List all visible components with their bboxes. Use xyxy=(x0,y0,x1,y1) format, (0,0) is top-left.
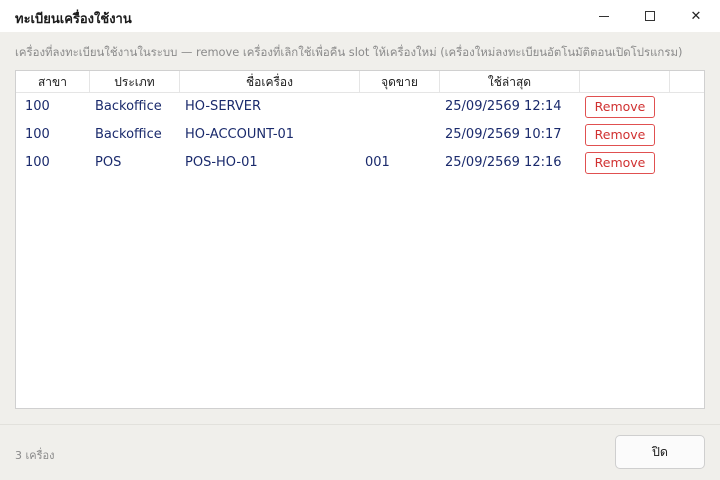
footer-divider xyxy=(0,424,720,425)
device-table: สาขา ประเภท ชื่อเครื่อง จุดขาย ใช้ล่าสุด… xyxy=(15,70,705,409)
cell-device-name: POS-HO-01 xyxy=(185,155,258,170)
maximize-button[interactable] xyxy=(627,0,673,32)
device-registry-window: ทะเบียนเครื่องใช้งาน ✕ เครื่องที่ลงทะเบี… xyxy=(0,0,720,480)
window-close-button[interactable]: ✕ xyxy=(673,0,719,32)
cell-branch: 100 xyxy=(25,99,50,114)
table-row[interactable]: 100 Backoffice HO-SERVER 25/09/2569 12:1… xyxy=(16,93,704,121)
cell-pos: 001 xyxy=(365,155,390,170)
device-count: 3 เครื่อง xyxy=(15,449,55,462)
cell-last-used: 25/09/2569 10:17 xyxy=(445,127,562,142)
column-header-type[interactable]: ประเภท xyxy=(90,71,180,93)
column-header-branch[interactable]: สาขา xyxy=(16,71,90,93)
cell-device-name: HO-ACCOUNT-01 xyxy=(185,127,295,142)
close-icon: ✕ xyxy=(690,8,702,24)
cell-last-used: 25/09/2569 12:14 xyxy=(445,99,562,114)
cell-device-name: HO-SERVER xyxy=(185,99,261,114)
cell-type: POS xyxy=(95,155,122,170)
cell-type: Backoffice xyxy=(95,127,162,142)
cell-branch: 100 xyxy=(25,155,50,170)
column-header-pos[interactable]: จุดขาย xyxy=(360,71,440,93)
minimize-icon xyxy=(599,15,609,17)
column-header-last-used[interactable]: ใช้ล่าสุด xyxy=(440,71,580,93)
remove-button[interactable]: Remove xyxy=(585,152,655,174)
close-button[interactable]: ปิด xyxy=(615,435,705,469)
table-header: สาขา ประเภท ชื่อเครื่อง จุดขาย ใช้ล่าสุด xyxy=(16,71,704,93)
column-header-device-name[interactable]: ชื่อเครื่อง xyxy=(180,71,360,93)
window-title: ทะเบียนเครื่องใช้งาน xyxy=(15,12,132,27)
cell-branch: 100 xyxy=(25,127,50,142)
column-header-action xyxy=(580,71,670,93)
cell-type: Backoffice xyxy=(95,99,162,114)
remove-button[interactable]: Remove xyxy=(585,96,655,118)
maximize-icon xyxy=(645,11,655,21)
instruction-text: เครื่องที่ลงทะเบียนใช้งานในระบบ — remove… xyxy=(15,45,683,59)
minimize-button[interactable] xyxy=(581,0,627,32)
remove-button[interactable]: Remove xyxy=(585,124,655,146)
table-row[interactable]: 100 Backoffice HO-ACCOUNT-01 25/09/2569 … xyxy=(16,121,704,149)
cell-last-used: 25/09/2569 12:16 xyxy=(445,155,562,170)
table-row[interactable]: 100 POS POS-HO-01 001 25/09/2569 12:16 R… xyxy=(16,149,704,177)
title-bar: ทะเบียนเครื่องใช้งาน ✕ xyxy=(0,0,720,32)
